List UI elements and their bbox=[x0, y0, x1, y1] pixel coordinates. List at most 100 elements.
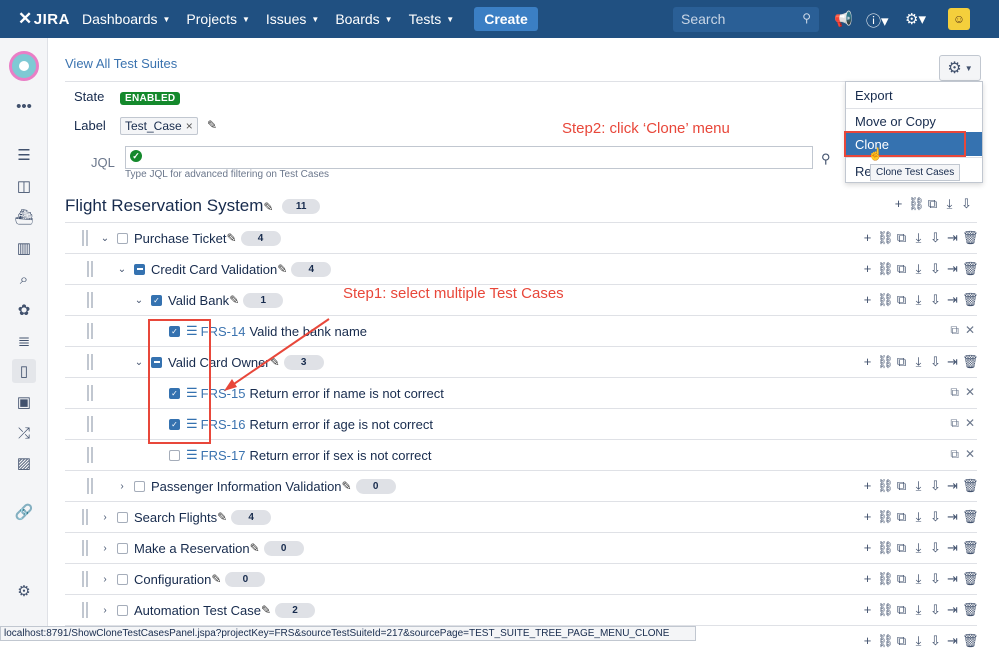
copy-icon[interactable]: ⧉ bbox=[894, 354, 909, 370]
copy-icon[interactable]: ⧉ bbox=[894, 571, 909, 587]
delete-icon[interactable]: 🗑 bbox=[962, 354, 979, 370]
import-icon[interactable]: ⇩ bbox=[928, 261, 943, 277]
move-icon[interactable]: ⇥ bbox=[945, 540, 960, 556]
tree-row[interactable]: › Make a Reservation ✎ 0 + ⛓ ⧉ ⤓ ⇩ ⇥ 🗑 bbox=[65, 532, 979, 563]
copy-icon[interactable]: ⧉ bbox=[950, 323, 959, 338]
row-checkbox[interactable] bbox=[117, 573, 128, 585]
drag-handle-icon[interactable] bbox=[87, 261, 93, 277]
download-icon[interactable]: ⤓ bbox=[911, 261, 926, 277]
tree-row[interactable]: › Search Flights ✎ 4 + ⛓ ⧉ ⤓ ⇩ ⇥ 🗑 bbox=[65, 501, 979, 532]
import-icon[interactable]: ⇩ bbox=[928, 602, 943, 618]
edit-icon[interactable]: ✎ bbox=[229, 293, 239, 307]
copy-icon[interactable]: ⧉ bbox=[894, 633, 909, 649]
chevron-down-icon[interactable]: ⌄ bbox=[133, 295, 145, 306]
edit-icon[interactable]: ✎ bbox=[342, 479, 352, 493]
row-checkbox[interactable] bbox=[117, 604, 128, 616]
remove-icon[interactable]: ✕ bbox=[965, 323, 975, 338]
nav-issues[interactable]: Issues ▼ bbox=[266, 11, 319, 27]
import-icon[interactable]: ⇩ bbox=[928, 478, 943, 494]
board-icon[interactable]: ◫ bbox=[12, 174, 36, 198]
chevron-right-icon[interactable]: › bbox=[99, 605, 111, 616]
chevron-right-icon[interactable]: › bbox=[99, 543, 111, 554]
row-checkbox[interactable] bbox=[134, 263, 145, 275]
copy-icon[interactable]: ⧉ bbox=[950, 447, 959, 462]
add-icon[interactable]: + bbox=[860, 354, 875, 370]
copy-icon[interactable]: ⧉ bbox=[950, 385, 959, 400]
releases-icon[interactable]: ⛴ bbox=[12, 205, 36, 229]
link-icon[interactable]: 🔗 bbox=[12, 500, 36, 524]
view-all-test-suites-link[interactable]: View All Test Suites bbox=[65, 56, 177, 71]
remove-icon[interactable]: ✕ bbox=[965, 447, 975, 462]
row-checkbox[interactable] bbox=[117, 232, 128, 244]
jql-search-icon[interactable]: ⚲ bbox=[821, 151, 831, 167]
add-icon[interactable]: + bbox=[860, 230, 875, 246]
add-icon[interactable]: + bbox=[860, 261, 875, 277]
tree-row[interactable]: › Automation Test Case ✎ 2 + ⛓ ⧉ ⤓ ⇩ ⇥ 🗑 bbox=[65, 594, 979, 625]
jira-logo[interactable]: ✕ JIRA bbox=[18, 9, 69, 29]
link-icon[interactable]: ⛓ bbox=[877, 540, 894, 556]
link-icon[interactable]: ⛓ bbox=[908, 196, 925, 212]
drag-handle-icon[interactable] bbox=[87, 292, 93, 308]
remove-icon[interactable]: ✕ bbox=[965, 385, 975, 400]
add-icon[interactable]: + bbox=[891, 196, 906, 212]
row-checkbox[interactable] bbox=[117, 511, 128, 523]
remove-label-icon[interactable]: × bbox=[186, 119, 193, 133]
edit-icon[interactable]: ✎ bbox=[277, 262, 287, 276]
download-icon[interactable]: ⤓ bbox=[911, 292, 926, 308]
add-icon[interactable]: + bbox=[860, 478, 875, 494]
import-icon[interactable]: ⇩ bbox=[928, 571, 943, 587]
shuffle-icon[interactable]: ⤮ bbox=[12, 421, 36, 445]
move-icon[interactable]: ⇥ bbox=[945, 509, 960, 525]
image-icon[interactable]: ▨ bbox=[12, 451, 36, 475]
move-icon[interactable]: ⇥ bbox=[945, 261, 960, 277]
list-icon[interactable]: ≣ bbox=[12, 329, 36, 353]
edit-icon[interactable]: ✎ bbox=[250, 541, 260, 555]
search-input[interactable]: Search ⚲ bbox=[673, 7, 819, 32]
copy-icon[interactable]: ⧉ bbox=[894, 261, 909, 277]
download-icon[interactable]: ⤓ bbox=[911, 354, 926, 370]
nav-tests[interactable]: Tests ▼ bbox=[409, 11, 455, 27]
move-icon[interactable]: ⇥ bbox=[945, 230, 960, 246]
more-icon[interactable]: ••• bbox=[12, 94, 36, 118]
add-icon[interactable]: + bbox=[860, 633, 875, 649]
download-icon[interactable]: ⤓ bbox=[911, 230, 926, 246]
test-suites-icon[interactable]: ▯ bbox=[12, 359, 36, 383]
row-checkbox[interactable] bbox=[134, 480, 145, 492]
menu-item-move-or-copy[interactable]: Move or Copy bbox=[846, 109, 982, 133]
drag-handle-icon[interactable] bbox=[82, 602, 88, 618]
move-icon[interactable]: ⇥ bbox=[945, 633, 960, 649]
edit-icon[interactable]: ✎ bbox=[211, 572, 221, 586]
link-icon[interactable]: ⛓ bbox=[877, 602, 894, 618]
megaphone-icon[interactable]: 📢 bbox=[834, 10, 853, 28]
move-icon[interactable]: ⇥ bbox=[945, 478, 960, 494]
user-avatar[interactable]: ☺ bbox=[948, 8, 970, 30]
copy-icon[interactable]: ⧉ bbox=[894, 602, 909, 618]
link-icon[interactable]: ⛓ bbox=[877, 509, 894, 525]
add-icon[interactable]: + bbox=[860, 292, 875, 308]
link-icon[interactable]: ⛓ bbox=[877, 478, 894, 494]
tools-menu-button[interactable]: ⚙ ▼ bbox=[939, 55, 981, 81]
import-icon[interactable]: ⇩ bbox=[959, 196, 974, 212]
chevron-down-icon[interactable]: ⌄ bbox=[116, 264, 128, 275]
reports-icon[interactable]: ▥ bbox=[12, 236, 36, 260]
import-icon[interactable]: ⇩ bbox=[928, 292, 943, 308]
row-checkbox[interactable]: ✓ bbox=[151, 294, 162, 306]
add-icon[interactable]: + bbox=[860, 540, 875, 556]
edit-icon[interactable]: ✎ bbox=[227, 231, 237, 245]
download-icon[interactable]: ⤓ bbox=[911, 509, 926, 525]
import-icon[interactable]: ⇩ bbox=[928, 354, 943, 370]
settings-gear-icon[interactable]: ⚙▾ bbox=[905, 10, 926, 28]
help-icon[interactable]: ⓘ▾ bbox=[866, 10, 889, 31]
drag-handle-icon[interactable] bbox=[87, 385, 93, 401]
copy-icon[interactable]: ⧉ bbox=[894, 478, 909, 494]
move-icon[interactable]: ⇥ bbox=[945, 292, 960, 308]
delete-icon[interactable]: 🗑 bbox=[962, 509, 979, 525]
copy-icon[interactable]: ⧉ bbox=[925, 196, 940, 212]
delete-icon[interactable]: 🗑 bbox=[962, 540, 979, 556]
edit-label-icon[interactable]: ✎ bbox=[207, 118, 217, 132]
remove-icon[interactable]: ✕ bbox=[965, 416, 975, 431]
tree-row[interactable]: ⌄ Purchase Ticket ✎ 4 + ⛓ ⧉ ⤓ ⇩ ⇥ 🗑 bbox=[65, 222, 979, 253]
tree-row[interactable]: ⌄ Credit Card Validation ✎ 4 + ⛓ ⧉ ⤓ ⇩ ⇥ 🗑 bbox=[65, 253, 979, 284]
delete-icon[interactable]: 🗑 bbox=[962, 478, 979, 494]
chevron-right-icon[interactable]: › bbox=[99, 574, 111, 585]
